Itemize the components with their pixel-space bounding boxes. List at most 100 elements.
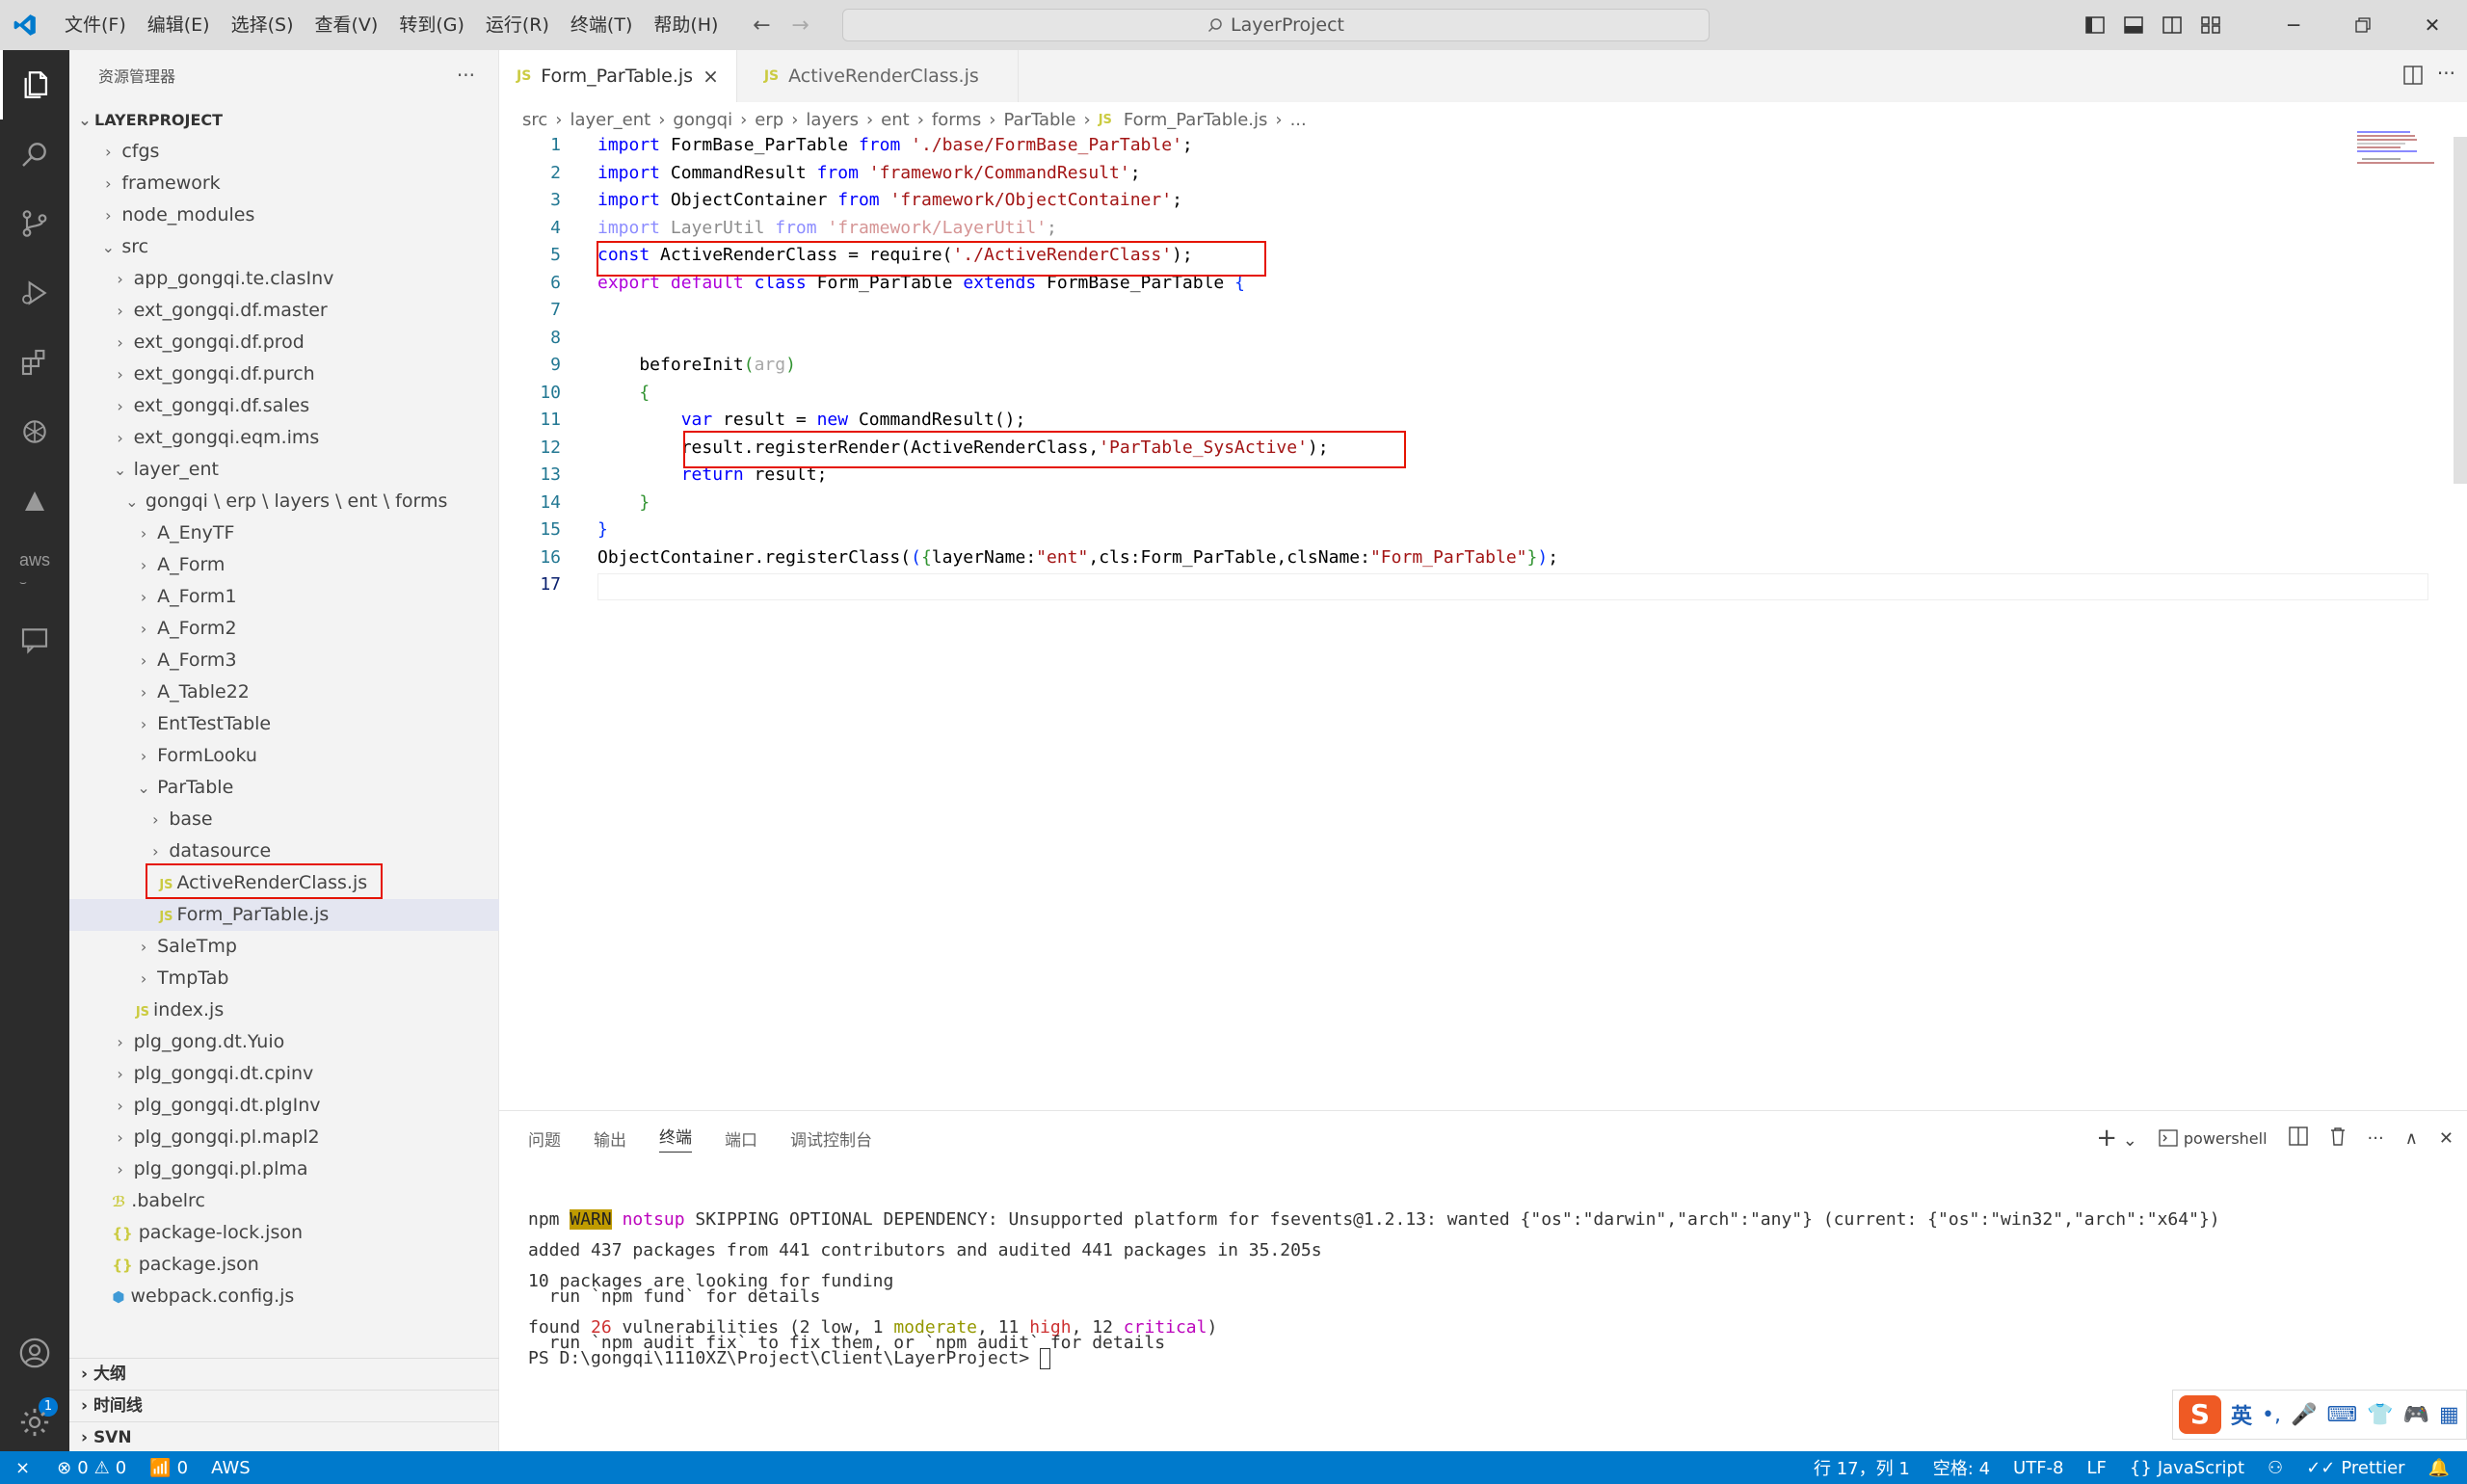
- split-terminal-icon[interactable]: [2288, 1126, 2308, 1151]
- problems-indicator[interactable]: ⊗ 0 ⚠ 0: [45, 1458, 138, 1478]
- tab-output[interactable]: 输出: [594, 1126, 626, 1151]
- breadcrumb-item[interactable]: ...: [1290, 110, 1307, 130]
- breadcrumb-item[interactable]: layers: [806, 110, 859, 130]
- menu-item[interactable]: 查看(V): [305, 0, 389, 50]
- more-panel-actions-icon[interactable]: ···: [2368, 1128, 2384, 1149]
- tab-problems[interactable]: 问题: [528, 1126, 561, 1151]
- aws-icon[interactable]: aws ⌣: [0, 536, 69, 605]
- copilot-icon[interactable]: ⚇: [2256, 1458, 2295, 1478]
- tree-folder[interactable]: ⌄ ParTable: [69, 772, 499, 804]
- tree-folder[interactable]: › A_Form1: [69, 581, 499, 613]
- tree-folder[interactable]: › ext_gongqi.df.purch: [69, 358, 499, 390]
- close-panel-icon[interactable]: ✕: [2439, 1128, 2454, 1149]
- ime-lang-toggle[interactable]: 英: [2231, 1399, 2252, 1430]
- tree-folder[interactable]: › plg_gong.dt.Yuio: [69, 1026, 499, 1058]
- tree-folder[interactable]: › EntTestTable: [69, 708, 499, 740]
- outline-section[interactable]: › 大纲: [69, 1358, 499, 1390]
- toolbox-icon[interactable]: ▦: [2439, 1403, 2459, 1427]
- timeline-section[interactable]: › 时间线: [69, 1390, 499, 1421]
- tree-file[interactable]: {} package.json: [69, 1249, 499, 1281]
- close-window-button[interactable]: ✕: [2398, 0, 2467, 50]
- comments-icon[interactable]: [0, 605, 69, 675]
- tree-folder[interactable]: › plg_gongqi.dt.cpinv: [69, 1058, 499, 1090]
- new-terminal-icon[interactable]: + ⌄: [2096, 1124, 2137, 1153]
- project-root[interactable]: ⌄ LAYERPROJECT: [69, 104, 499, 136]
- tree-folder[interactable]: ⌄ gongqi \ erp \ layers \ ent \ forms: [69, 486, 499, 517]
- skin-icon[interactable]: 👕: [2367, 1403, 2393, 1427]
- chatgpt-icon[interactable]: [0, 397, 69, 466]
- tab-terminal[interactable]: 终端: [659, 1124, 692, 1153]
- more-actions-icon[interactable]: ···: [457, 64, 475, 87]
- tree-folder[interactable]: › A_EnyTF: [69, 517, 499, 549]
- breadcrumb-item[interactable]: erp: [755, 110, 783, 130]
- toggle-primary-sidebar-icon[interactable]: [2076, 0, 2114, 50]
- indentation[interactable]: 空格: 4: [1922, 1455, 2002, 1480]
- run-debug-icon[interactable]: [0, 258, 69, 328]
- tree-folder[interactable]: › FormLooku: [69, 740, 499, 772]
- tree-folder[interactable]: › A_Form2: [69, 613, 499, 645]
- tree-folder[interactable]: › cfgs: [69, 136, 499, 168]
- tree-file[interactable]: ℬ .babelrc: [69, 1185, 499, 1217]
- tab-ports[interactable]: 端口: [725, 1126, 757, 1151]
- tree-folder[interactable]: › ext_gongqi.df.prod: [69, 327, 499, 358]
- tree-folder[interactable]: › framework: [69, 168, 499, 199]
- remote-bell-icon[interactable]: [0, 466, 69, 536]
- language-mode[interactable]: {} JavaScript: [2118, 1458, 2256, 1478]
- tree-folder[interactable]: › app_gongqi.te.clasInv: [69, 263, 499, 295]
- tree-file[interactable]: JS Form_ParTable.js: [69, 899, 499, 931]
- tree-file[interactable]: {} package-lock.json: [69, 1217, 499, 1249]
- breadcrumb-item[interactable]: src: [522, 110, 547, 130]
- prettier-status[interactable]: ✓✓ Prettier: [2295, 1458, 2416, 1478]
- back-arrow-icon[interactable]: ←: [742, 13, 781, 38]
- keyboard-icon[interactable]: ⌨: [2326, 1403, 2357, 1427]
- menu-item[interactable]: 文件(F): [54, 0, 137, 50]
- game-icon[interactable]: 🎮: [2403, 1403, 2429, 1427]
- aws-status[interactable]: AWS: [199, 1458, 262, 1478]
- command-center-search[interactable]: LayerProject: [842, 9, 1710, 41]
- tree-file[interactable]: ⬢ webpack.config.js: [69, 1281, 499, 1312]
- menu-item[interactable]: 选择(S): [221, 0, 305, 50]
- toggle-panel-icon[interactable]: [2114, 0, 2153, 50]
- menu-item[interactable]: 运行(R): [475, 0, 560, 50]
- encoding[interactable]: UTF-8: [2002, 1458, 2075, 1478]
- breadcrumb-item[interactable]: gongqi: [673, 110, 732, 130]
- tree-folder[interactable]: ⌄ src: [69, 231, 499, 263]
- ports-indicator[interactable]: 📶 0: [138, 1458, 199, 1478]
- tree-folder[interactable]: › plg_gongqi.dt.plgInv: [69, 1090, 499, 1122]
- ime-punct-toggle[interactable]: •,: [2262, 1403, 2281, 1427]
- menu-item[interactable]: 编辑(E): [137, 0, 221, 50]
- notifications-bell-icon[interactable]: 🔔: [2417, 1458, 2467, 1478]
- tree-folder[interactable]: › ext_gongqi.df.sales: [69, 390, 499, 422]
- tree-folder[interactable]: › SaleTmp: [69, 931, 499, 963]
- tree-folder[interactable]: › ext_gongqi.df.master: [69, 295, 499, 327]
- restore-button[interactable]: [2328, 0, 2398, 50]
- settings-gear-icon[interactable]: [0, 1388, 69, 1457]
- breadcrumb-item[interactable]: forms: [932, 110, 981, 130]
- source-control-icon[interactable]: [0, 189, 69, 258]
- menu-item[interactable]: 终端(T): [560, 0, 643, 50]
- minimap[interactable]: [2338, 129, 2434, 168]
- remote-indicator[interactable]: ⨯: [0, 1458, 45, 1478]
- toggle-secondary-sidebar-icon[interactable]: [2153, 0, 2191, 50]
- end-of-line[interactable]: LF: [2076, 1458, 2118, 1478]
- tree-folder[interactable]: › TmpTab: [69, 963, 499, 994]
- customize-layout-icon[interactable]: [2191, 0, 2230, 50]
- editor-scrollbar[interactable]: [2454, 137, 2467, 484]
- tree-folder[interactable]: › plg_gongqi.pl.mapl2: [69, 1122, 499, 1153]
- tree-folder[interactable]: › plg_gongqi.pl.plma: [69, 1153, 499, 1185]
- breadcrumb-item[interactable]: ParTable: [1003, 110, 1075, 130]
- close-icon[interactable]: ×: [703, 65, 719, 88]
- tree-folder[interactable]: › A_Table22: [69, 676, 499, 708]
- split-editor-icon[interactable]: [2403, 66, 2423, 89]
- cursor-position[interactable]: 行 17，列 1: [1802, 1455, 1922, 1480]
- tree-folder[interactable]: › base: [69, 804, 499, 835]
- sogou-logo-icon[interactable]: S: [2179, 1395, 2221, 1434]
- maximize-panel-icon[interactable]: ∧: [2405, 1128, 2418, 1149]
- tree-folder[interactable]: ⌄ layer_ent: [69, 454, 499, 486]
- search-icon[interactable]: [0, 119, 69, 189]
- svn-section[interactable]: › SVN: [69, 1421, 499, 1453]
- tab-form-partable[interactable]: JS Form_ParTable.js ×: [499, 50, 737, 102]
- forward-arrow-icon[interactable]: →: [781, 13, 819, 38]
- microphone-icon[interactable]: 🎤: [2291, 1403, 2317, 1427]
- tree-folder[interactable]: › ext_gongqi.eqm.ims: [69, 422, 499, 454]
